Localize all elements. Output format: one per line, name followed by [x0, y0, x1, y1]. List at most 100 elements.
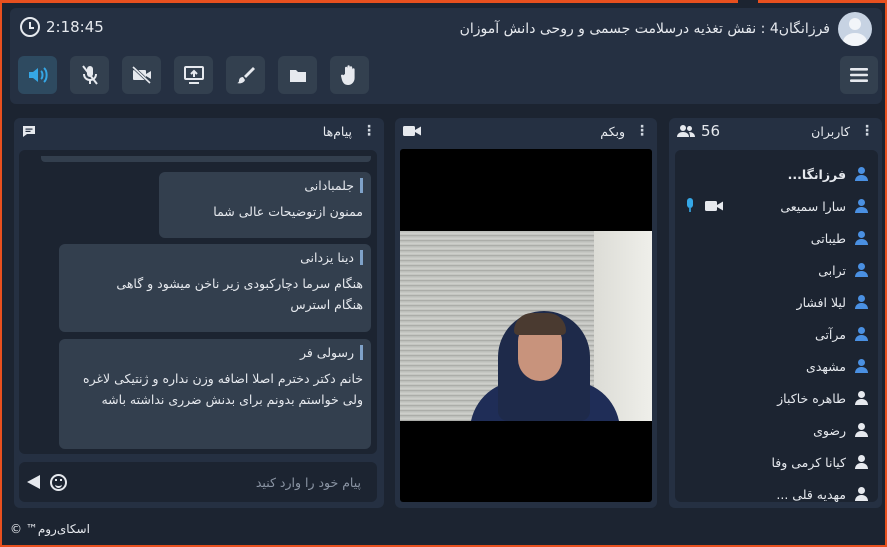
- person-icon: [854, 359, 868, 373]
- video-camera-icon: [403, 126, 421, 136]
- person-icon: [854, 295, 868, 309]
- send-icon[interactable]: [27, 475, 40, 489]
- messages-list: جلمبادانی ممنون ازتوضیحات عالی شما دینا …: [19, 150, 377, 454]
- person-icon: [854, 263, 868, 277]
- screen-share-icon: [183, 66, 204, 84]
- users-count-group: 56: [677, 122, 720, 140]
- message-item: جلمبادانی ممنون ازتوضیحات عالی شما: [159, 172, 371, 238]
- speaker-button[interactable]: [18, 56, 57, 94]
- chat-input-bar: پیام خود را وارد کنید: [19, 462, 377, 502]
- brush-icon: [236, 67, 255, 84]
- users-count: 56: [701, 122, 721, 140]
- emoji-icon[interactable]: [50, 473, 67, 491]
- user-list-item[interactable]: فرزانگا...: [675, 158, 878, 190]
- user-list-item[interactable]: مهدیه قلی ...: [675, 478, 878, 510]
- user-list-item[interactable]: مرآتی: [675, 318, 878, 350]
- users-panel: 56 کاربران ⋮ فرزانگا... سارا سمیعی طیباتی ت…: [669, 118, 882, 508]
- user-name: فرزانگا...: [787, 166, 846, 182]
- whiteboard-button[interactable]: [226, 56, 265, 94]
- user-name: مرآتی: [815, 326, 846, 342]
- main-menu-button[interactable]: [840, 56, 878, 94]
- person-icon: [854, 167, 868, 181]
- files-button[interactable]: [278, 56, 317, 94]
- person-icon: [854, 423, 868, 437]
- user-name: طاهره خاکباز: [777, 390, 846, 406]
- users-panel-options-icon[interactable]: ⋮: [860, 123, 874, 139]
- user-list-item[interactable]: رضوی: [675, 414, 878, 446]
- media-toolbar: [18, 56, 369, 94]
- messages-panel-header: پیام‌ها ⋮: [14, 118, 384, 144]
- messages-panel: پیام‌ها ⋮ جلمبادانی ممنون ازتوضیحات عالی…: [14, 118, 384, 508]
- user-name: مشهدی: [806, 358, 846, 374]
- user-list-item[interactable]: مشهدی: [675, 350, 878, 382]
- speaker-icon: [28, 67, 48, 83]
- messages-panel-title: پیام‌ها: [322, 123, 352, 139]
- users-list: فرزانگا... سارا سمیعی طیباتی ترابی لیلا افشا…: [675, 150, 878, 502]
- person-icon: [854, 455, 868, 469]
- screen-share-button[interactable]: [174, 56, 213, 94]
- user-name: سارا سمیعی: [780, 198, 846, 214]
- session-clock: 2:18:45: [20, 17, 104, 37]
- user-list-item[interactable]: لیلا افشار: [675, 286, 878, 318]
- users-group-icon: [677, 125, 695, 137]
- message-text: ممنون ازتوضیحات عالی شما: [213, 204, 363, 219]
- mic-off-icon: [81, 65, 98, 85]
- user-name: مهدیه قلی ...: [776, 486, 846, 502]
- header-bar: 2:18:45 فرزانگان4 : نقش تغذیه درسلامت جس…: [10, 8, 882, 104]
- users-title-group: کاربران ⋮: [811, 123, 874, 139]
- user-list-item[interactable]: طاهره خاکباز: [675, 382, 878, 414]
- hamburger-menu-icon: [850, 68, 868, 82]
- user-name: رضوی: [813, 422, 846, 438]
- webcam-title-group: وبکم ⋮: [600, 123, 649, 139]
- message-sender: دینا یزدانی: [67, 250, 363, 265]
- user-list-item[interactable]: طیباتی: [675, 222, 878, 254]
- users-panel-header: 56 کاربران ⋮: [669, 118, 882, 144]
- message-sender: جلمبادانی: [167, 178, 363, 193]
- person-icon: [854, 391, 868, 405]
- webcam-panel-title: وبکم: [600, 123, 625, 139]
- webcam-panel-header: وبکم ⋮: [395, 118, 657, 144]
- message-text: خانم دکتر دخترم اصلا اضافه وزن نداره و ژ…: [83, 371, 363, 407]
- user-list-item[interactable]: سارا سمیعی: [675, 190, 878, 222]
- user-avatar-icon[interactable]: [838, 12, 872, 46]
- frame-gap: [738, 0, 758, 4]
- raise-hand-button[interactable]: [330, 56, 369, 94]
- message-item: رسولی فر خانم دکتر دخترم اصلا اضافه وزن …: [59, 339, 371, 449]
- webcam-video: [400, 149, 652, 502]
- user-name: لیلا افشار: [796, 294, 846, 310]
- message-item: دینا یزدانی هنگام سرما دچارکبودی زیر ناخ…: [59, 244, 371, 332]
- user-media-status: [685, 198, 723, 213]
- user-name: کیانا کرمی وفا: [771, 454, 846, 470]
- hand-raise-icon: [340, 65, 355, 85]
- message-input[interactable]: پیام خود را وارد کنید: [73, 475, 369, 490]
- camera-on-icon: [705, 200, 723, 211]
- folder-icon: [289, 70, 306, 82]
- person-icon: [854, 231, 868, 245]
- webcam-panel: وبکم ⋮: [395, 118, 657, 508]
- user-name: طیباتی: [810, 230, 846, 246]
- camera-button[interactable]: [122, 56, 161, 94]
- webcam-panel-options-icon[interactable]: ⋮: [635, 123, 649, 139]
- microphone-button[interactable]: [70, 56, 109, 94]
- clock-icon: [20, 17, 40, 37]
- person-icon: [854, 327, 868, 341]
- brand-footer: اسکای‌روم™ ©: [10, 522, 90, 536]
- users-panel-title: کاربران: [811, 123, 850, 139]
- user-list-item[interactable]: کیانا کرمی وفا: [675, 446, 878, 478]
- user-list-item[interactable]: ترابی: [675, 254, 878, 286]
- person-icon: [854, 199, 868, 213]
- previous-message-edge: [41, 156, 371, 162]
- video-feed: [400, 231, 652, 421]
- messages-title-group: پیام‌ها ⋮: [323, 123, 376, 139]
- messages-panel-options-icon[interactable]: ⋮: [362, 123, 376, 139]
- camera-off-icon: [131, 66, 151, 84]
- user-name: ترابی: [818, 262, 846, 278]
- room-title: فرزانگان4 : نقش تغذیه درسلامت جسمی و روح…: [460, 12, 872, 46]
- microphone-on-icon: [687, 198, 693, 212]
- chat-icon: [23, 125, 35, 137]
- message-text: هنگام سرما دچارکبودی زیر ناخن میشود و گا…: [116, 276, 363, 312]
- speaker-hair: [514, 313, 566, 335]
- session-time: 2:18:45: [46, 18, 104, 36]
- person-icon: [854, 487, 868, 501]
- message-sender: رسولی فر: [67, 345, 363, 360]
